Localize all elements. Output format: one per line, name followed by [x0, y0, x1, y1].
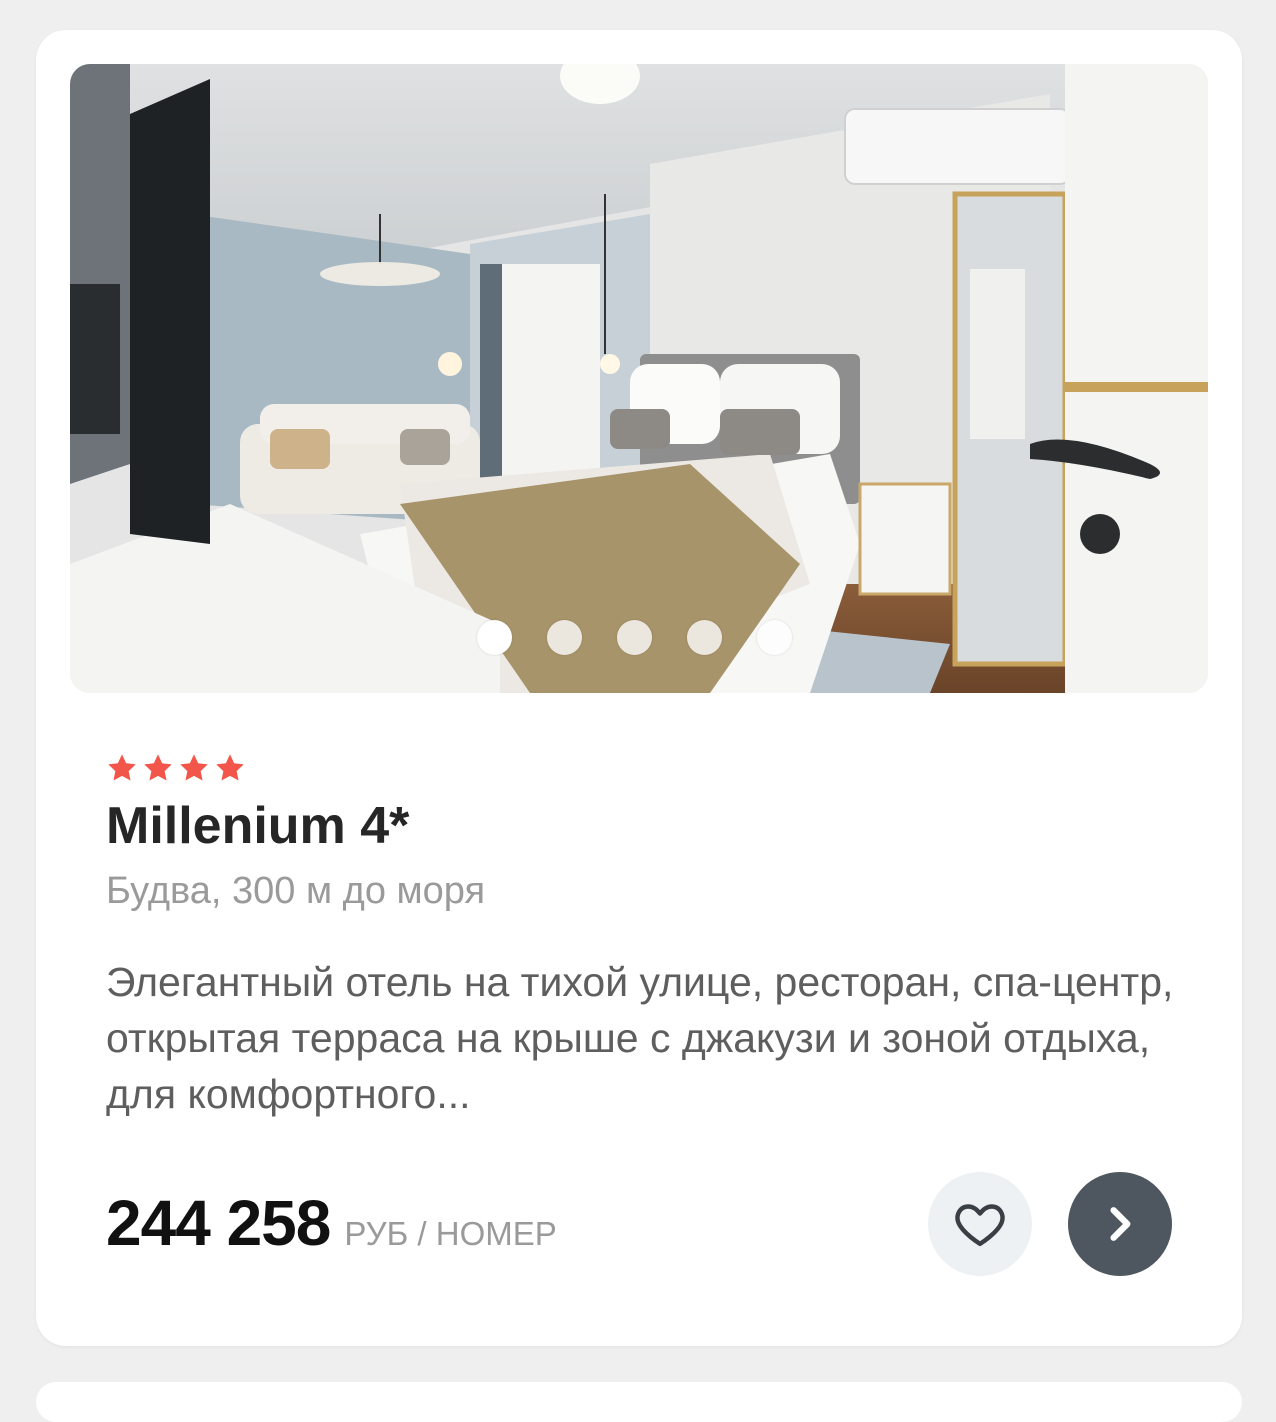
favorite-button[interactable] — [928, 1172, 1032, 1276]
carousel-dot-5[interactable] — [756, 620, 792, 655]
price-amount: 244 258 — [106, 1187, 331, 1259]
hotel-photo-carousel[interactable] — [70, 64, 1208, 693]
next-hotel-card[interactable] — [36, 1382, 1242, 1422]
hotel-card[interactable]: Millenium 4* Будва, 300 м до моря Элеган… — [36, 30, 1242, 1346]
carousel-dot-3[interactable] — [616, 620, 652, 655]
carousel-dots — [70, 620, 1203, 655]
hotel-location: Будва, 300 м до моря — [106, 870, 486, 912]
carousel-dot-4[interactable] — [686, 620, 722, 655]
chevron-right-icon — [1110, 1207, 1131, 1241]
hotel-title[interactable]: Millenium 4* — [106, 796, 409, 856]
price-block: 244 258 РУБ / НОМЕР — [106, 1186, 557, 1260]
hotel-room-photo — [70, 64, 1208, 693]
carousel-dot-2[interactable] — [546, 620, 582, 655]
open-hotel-button[interactable] — [1068, 1172, 1172, 1276]
star-rating — [106, 752, 246, 784]
price-unit: РУБ / НОМЕР — [344, 1215, 557, 1252]
carousel-dot-1[interactable] — [476, 620, 512, 655]
star-icon — [180, 754, 208, 781]
star-icon — [216, 754, 244, 781]
heart-outline-icon — [955, 1204, 1005, 1247]
hotel-description: Элегантный отель на тихой улице, рестора… — [106, 959, 1174, 1117]
star-icon — [108, 754, 136, 781]
star-icon — [144, 754, 172, 781]
